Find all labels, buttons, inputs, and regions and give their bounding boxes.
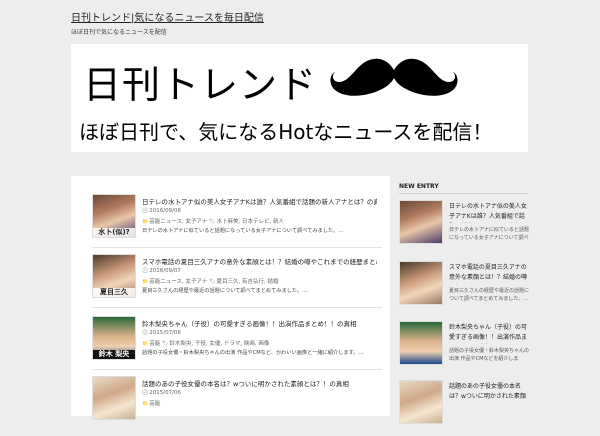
divider [92,247,382,248]
entry-thumbnail[interactable] [399,200,443,244]
banner-subtitle: ほぼ日刊で、気になるHotなニュースを配信！ [79,120,493,144]
post-title[interactable]: 日テレの水卜アナ似の美人女子アナKは誰？人気番組で話題の新人アナとは？の真相 [142,196,377,206]
entry-excerpt: 話題の子役女優・鈴木梨央ちゃんの出演 作品やCMなどを紹介します。… [449,348,529,362]
banner-title: 日刊トレンド [83,63,318,107]
entry-thumbnail[interactable] [399,321,443,365]
post-title[interactable]: 話題のあの子役女優の本名は？wついに明かされた素顔とは？！の真相 [142,378,377,388]
post-meta: 📁芸能ニュース, 女子アナ 🏷夏目三久, 有吉弘行, 結婚 [142,279,279,285]
thumbnail-caption: 鈴木 梨央 [93,350,135,359]
post-title[interactable]: 鈴木梨央ちゃん（子役）の可愛すぎる画像！！出演作品まとめ！！の真相 [142,318,377,328]
list-item[interactable]: 水卜(似)? 日テレの水卜アナ似の美人女子アナKは誰？人気番組で話題の新人アナと… [92,194,382,254]
divider [92,307,382,308]
post-date: 🕘2015/07/08 [142,330,181,336]
header-banner[interactable]: 日刊トレンド ほぼ日刊で、気になるHotなニュースを配信！ [71,44,528,152]
post-thumbnail[interactable] [92,376,136,420]
thumbnail-caption: 水卜(似)? [93,228,135,237]
folder-icon: 📁 [142,219,149,225]
folder-icon: 📁 [142,279,149,285]
post-meta: 📁芸能 🏷鈴木梨央, 子役, 女優, ドラマ, 映画, 画像 [142,341,270,347]
folder-icon: 📁 [142,341,149,347]
list-item[interactable]: 鈴木 梨央 鈴木梨央ちゃん（子役）の可愛すぎる画像！！出演作品まとめ！！の真相 … [92,316,382,376]
tag-icon: 🏷 [209,219,216,225]
sidebar-entry[interactable]: 鈴木梨央ちゃん（子役）の可愛すぎる画像！！出演作品まとめ！！の真相 話題の子役女… [399,321,529,376]
clock-icon: 🕘 [142,208,149,214]
post-excerpt: 日テレの水卜アナに似ていると話題になっている女子アナについて調べてみました。… [142,228,344,234]
divider [92,369,382,370]
post-meta: 📁芸能ニュース, 女子アナ 🏷水卜麻美, 日本テレビ, 新人 [142,219,284,225]
sidebar-entry[interactable]: 日テレの水卜アナ似の美人女子アナKは誰？人気番組で話題の新人アナとは？の真相 日… [399,200,529,255]
post-excerpt: 夏目三久さんの経歴や最近の話題について調べてまとめてみました。… [142,288,308,294]
post-meta: 📁芸能 [142,401,161,407]
entry-thumbnail[interactable] [399,261,443,305]
sidebar-entry[interactable]: 話題のあの子役女優の本名は？wついに明かされた素顔とは？ [399,380,529,435]
tag-icon: 🏷 [209,279,216,285]
sidebar-entry[interactable]: スマホ電話の夏目三久アナの意外な素顔とは！？結婚の噂や経歴まとめ 夏目三久さんの… [399,261,529,316]
clock-icon: 🕘 [142,390,149,396]
post-date: 🕘2016/09/08 [142,208,181,214]
tag-icon: 🏷 [162,341,169,347]
list-item[interactable]: 話題のあの子役女優の本名は？wついに明かされた素顔とは？！の真相 🕘2015/0… [92,376,382,436]
entry-title[interactable]: 日テレの水卜アナ似の美人女子アナKは誰？人気番組で話題の新人アナとは？の真相 [449,202,529,223]
entry-title[interactable]: 鈴木梨央ちゃん（子役）の可愛すぎる画像！！出演作品まとめ！！の真相 [449,323,529,344]
folder-icon: 📁 [142,401,149,407]
post-list: 水卜(似)? 日テレの水卜アナ似の美人女子アナKは誰？人気番組で話題の新人アナと… [71,176,390,420]
entry-title[interactable]: スマホ電話の夏目三久アナの意外な素顔とは！？結婚の噂や経歴まとめ [449,263,529,284]
clock-icon: 🕘 [142,330,149,336]
site-title[interactable]: 日刊トレンド|気になるニュースを毎日配信 [71,9,264,24]
post-thumbnail[interactable]: 夏目三久 [92,254,136,298]
post-thumbnail[interactable]: 水卜(似)? [92,194,136,238]
post-date: 🕘2015/07/06 [142,390,181,396]
post-title[interactable]: スマホ電話の夏目三久アナの意外な素顔とは！？結婚の噂やこれまでの経歴まとめ！？の… [142,256,377,266]
post-thumbnail[interactable]: 鈴木 梨央 [92,316,136,360]
clock-icon: 🕘 [142,268,149,274]
entry-thumbnail[interactable] [399,380,443,424]
sidebar-heading: NEW ENTRY [399,183,439,190]
post-excerpt: 話題の子役女優・鈴木梨央ちゃんの出演 作品やCMなど、かわいい画像と一緒に紹介し… [142,350,364,356]
divider [399,193,528,194]
thumbnail-caption: 夏目三久 [93,288,135,297]
mustache-icon [330,58,458,96]
entry-excerpt: 日テレの水卜アナに似ていると話題になっている女子アナについて調べてみました。… [449,227,529,241]
post-date: 🕘2016/09/07 [142,268,181,274]
entry-excerpt: 夏目三久さんの経歴や最近の話題について調べてまとめてみました。… [449,288,529,302]
site-description: ほぼ日刊で気になるニュースを配信 [71,29,167,36]
list-item[interactable]: 夏目三久 スマホ電話の夏目三久アナの意外な素顔とは！？結婚の噂やこれまでの経歴ま… [92,254,382,314]
